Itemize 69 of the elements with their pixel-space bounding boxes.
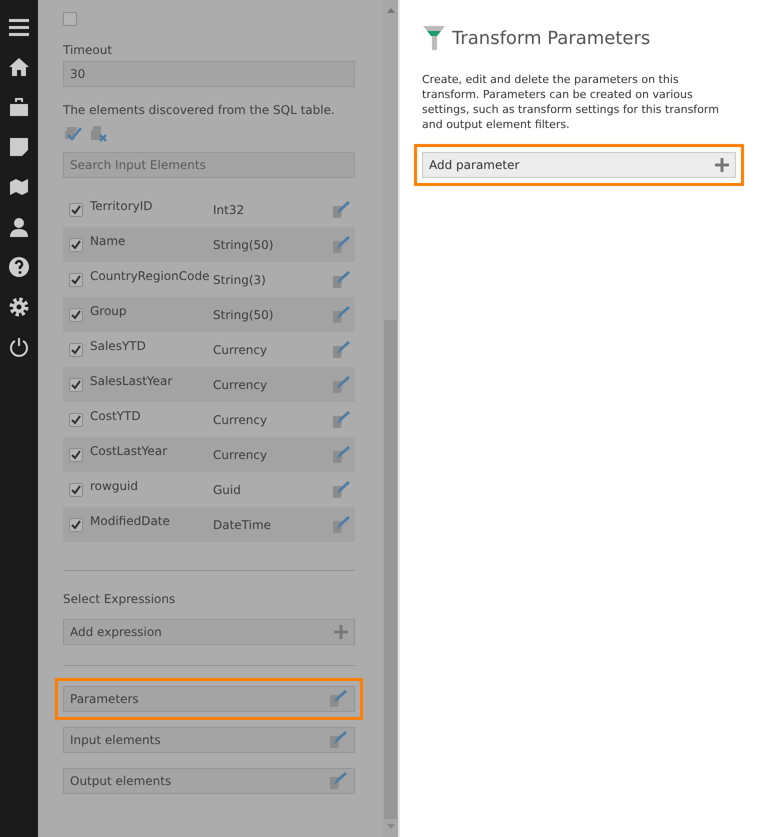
funnel-icon bbox=[422, 24, 446, 52]
element-type: Currency bbox=[213, 342, 268, 356]
element-type: Guid bbox=[213, 482, 242, 496]
help-icon[interactable] bbox=[8, 256, 30, 278]
edit-icon bbox=[331, 200, 351, 220]
panel-title: Transform Parameters bbox=[452, 28, 650, 48]
element-name: CountryRegionCode bbox=[90, 268, 210, 282]
checkbox[interactable] bbox=[69, 378, 83, 392]
element-name: CostYTD bbox=[90, 408, 142, 422]
search-field[interactable]: Search Input Elements bbox=[63, 152, 355, 178]
scrollbar-thumb[interactable] bbox=[384, 320, 397, 819]
edit-icon bbox=[331, 480, 351, 500]
element-type: String(50) bbox=[213, 308, 274, 322]
element-type: String(3) bbox=[213, 272, 267, 286]
add-expression-button[interactable]: Add expression bbox=[63, 619, 355, 645]
checkbox[interactable] bbox=[69, 448, 83, 462]
checkbox[interactable] bbox=[69, 482, 83, 496]
element-name: rowguid bbox=[90, 478, 139, 492]
section-button[interactable]: Output elements bbox=[63, 768, 355, 794]
edit-icon bbox=[328, 689, 348, 709]
edit-icon bbox=[328, 771, 348, 791]
section-button[interactable]: Parameters bbox=[63, 686, 355, 712]
checkbox[interactable] bbox=[69, 342, 83, 356]
edit-icon bbox=[331, 234, 351, 254]
element-name: Group bbox=[90, 304, 128, 318]
edit-icon bbox=[331, 410, 351, 430]
checkbox[interactable] bbox=[69, 308, 83, 322]
edit-icon bbox=[331, 514, 351, 534]
map-icon[interactable] bbox=[8, 176, 30, 198]
settings-icon[interactable] bbox=[8, 296, 30, 318]
plus-icon bbox=[715, 158, 729, 172]
edit-icon bbox=[331, 340, 351, 360]
element-name: Name bbox=[90, 234, 126, 248]
menu-icon[interactable] bbox=[8, 16, 30, 38]
edit-icon bbox=[331, 270, 351, 290]
timeout-field[interactable]: 30 bbox=[63, 61, 355, 87]
edit-icon bbox=[331, 304, 351, 324]
description-text: The elements discovered from the SQL table. bbox=[63, 103, 336, 117]
user-icon[interactable] bbox=[8, 216, 30, 238]
checkbox[interactable] bbox=[69, 238, 83, 252]
section-button[interactable]: Input elements bbox=[63, 727, 355, 753]
plus-icon bbox=[334, 625, 348, 639]
panel-description: Create, edit and delete the parameters on this transform. Parameters can be created on various settings, such as transform settings for this transform and output element filters. bbox=[422, 72, 720, 132]
power-icon[interactable] bbox=[8, 336, 30, 358]
checkbox[interactable] bbox=[69, 272, 83, 286]
checkbox[interactable] bbox=[69, 412, 83, 426]
checkbox[interactable] bbox=[63, 12, 77, 26]
edit-icon bbox=[331, 444, 351, 464]
element-type: Currency bbox=[213, 378, 268, 392]
element-type: String(50) bbox=[213, 238, 274, 252]
note-icon[interactable] bbox=[8, 136, 30, 158]
checkbox[interactable] bbox=[69, 518, 83, 532]
edit-icon bbox=[328, 730, 348, 750]
edit-icon bbox=[331, 374, 351, 394]
element-type: Currency bbox=[213, 412, 268, 426]
briefcase-icon[interactable] bbox=[8, 96, 30, 118]
checkbox[interactable] bbox=[69, 202, 83, 216]
element-name: TerritoryID bbox=[90, 198, 154, 212]
element-type: DateTime bbox=[213, 518, 272, 532]
element-type: Int32 bbox=[213, 202, 246, 216]
timeout-label: Timeout bbox=[63, 43, 114, 57]
element-name: SalesYTD bbox=[90, 338, 147, 352]
element-name: SalesLastYear bbox=[90, 374, 174, 388]
section-label: Select Expressions bbox=[63, 592, 176, 606]
element-type: Currency bbox=[213, 448, 268, 462]
add-parameter-button[interactable]: Add parameter bbox=[422, 152, 736, 178]
element-name: ModifiedDate bbox=[90, 514, 171, 528]
element-name: CostLastYear bbox=[90, 444, 168, 458]
home-icon[interactable] bbox=[8, 56, 30, 78]
